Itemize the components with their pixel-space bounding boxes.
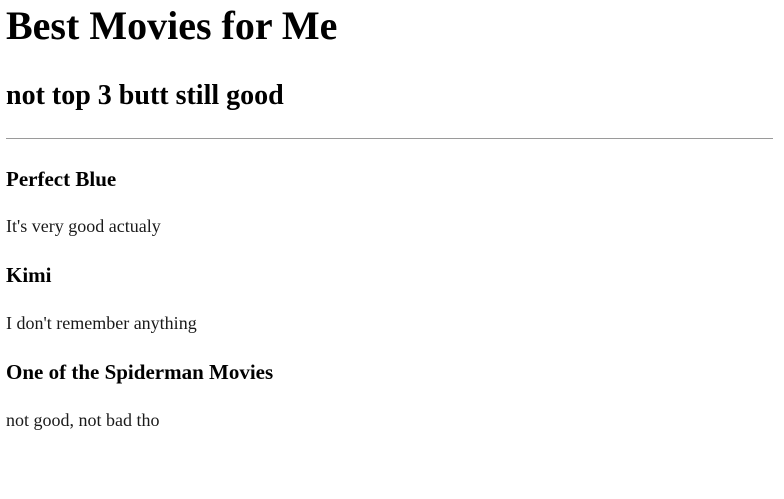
movie-title: Kimi [6, 263, 52, 287]
movie-item: Perfect Blue It's very good actualy [6, 167, 778, 237]
movie-item: Kimi I don't remember anything [6, 263, 778, 334]
divider [6, 138, 773, 139]
movie-list: Perfect Blue It's very good actualy Kimi… [6, 167, 778, 431]
movie-description: not good, not bad tho [6, 410, 160, 430]
page-subtitle: not top 3 butt still good [6, 80, 284, 111]
page-title: Best Movies for Me [6, 3, 338, 48]
movie-title: One of the Spiderman Movies [6, 360, 274, 384]
movie-description: I don't remember anything [6, 313, 197, 333]
movie-description: It's very good actualy [6, 216, 161, 236]
movie-item: One of the Spiderman Movies not good, no… [6, 360, 778, 431]
movie-title: Perfect Blue [6, 167, 117, 191]
